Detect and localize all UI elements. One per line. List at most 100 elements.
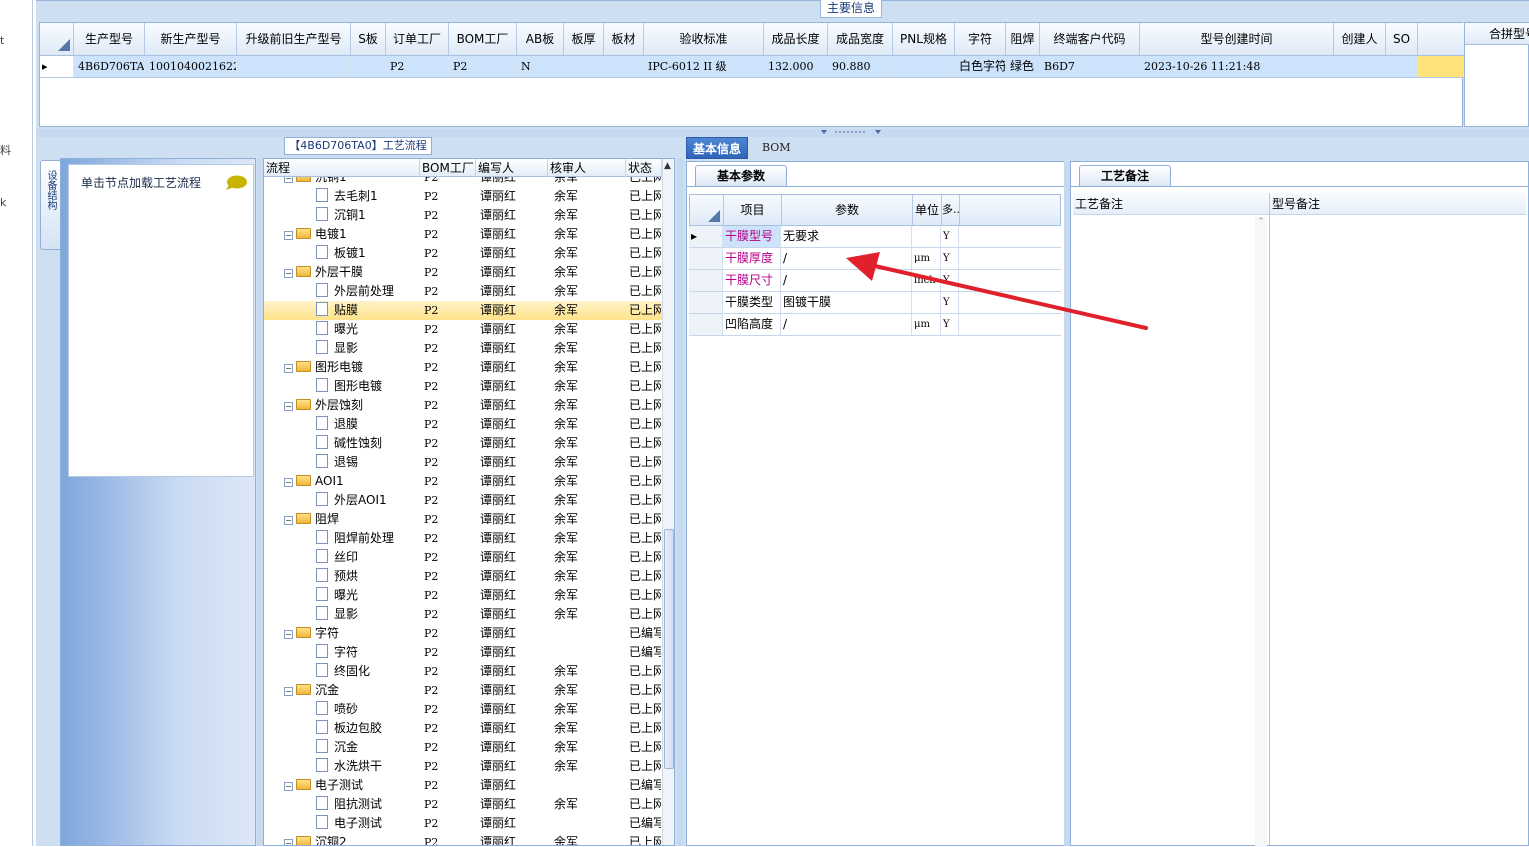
cell[interactable]: 10010400216227: [145, 56, 237, 77]
tab-bom[interactable]: BOM: [756, 137, 797, 159]
col-header[interactable]: 创建人: [1334, 23, 1386, 55]
tree-row[interactable]: − 外层蚀刻 P2 谭丽红 余军 已上网: [264, 396, 662, 415]
param-flag[interactable]: Y: [941, 314, 959, 335]
param-unit[interactable]: [912, 226, 941, 247]
param-item[interactable]: 凹陷高度: [723, 314, 781, 335]
tree-node-name[interactable]: − AOI1: [284, 472, 344, 491]
param-value[interactable]: /: [781, 314, 912, 335]
tree-row[interactable]: − 图形电镀 P2 谭丽红 余军 已上网: [264, 358, 662, 377]
col-header[interactable]: 板厚: [564, 23, 604, 55]
tree-row[interactable]: 水洗烘干 P2 谭丽红 余军 已上网: [264, 757, 662, 776]
collapse-icon[interactable]: −: [284, 478, 293, 487]
param-row[interactable]: 干膜尺寸 / inch Y: [689, 270, 1061, 292]
cell[interactable]: [604, 56, 644, 77]
tree-node-name[interactable]: 显影: [316, 605, 358, 624]
tree-node-name[interactable]: 字符: [316, 643, 358, 662]
tree-node-name[interactable]: 退锡: [316, 453, 358, 472]
tree-row[interactable]: 外层前处理 P2 谭丽红 余军 已上网: [264, 282, 662, 301]
collapse-icon[interactable]: −: [284, 269, 293, 278]
tree-scrollbar[interactable]: ▲: [662, 159, 674, 845]
col-header[interactable]: 验收标准: [644, 23, 764, 55]
merged-model-header[interactable]: 合拼型号: [1465, 23, 1529, 45]
tree-node-name[interactable]: 沉金: [316, 738, 358, 757]
tree-node-name[interactable]: − 沉金: [284, 681, 339, 700]
tree-col-header[interactable]: BOM工厂: [420, 159, 476, 177]
tree-row[interactable]: 碱性蚀刻 P2 谭丽红 余军 已上网: [264, 434, 662, 453]
cell[interactable]: 绿色: [1006, 56, 1040, 77]
cell[interactable]: [1386, 56, 1418, 77]
param-row[interactable]: 干膜类型 图镀干膜 Y: [689, 292, 1061, 314]
tree-row[interactable]: 板镀1 P2 谭丽红 余军 已上网: [264, 244, 662, 263]
param-col-header[interactable]: 单位: [913, 195, 942, 225]
tree-row[interactable]: − 沉金 P2 谭丽红 余军 已上网: [264, 681, 662, 700]
tree-node-name[interactable]: 终固化: [316, 662, 370, 681]
cell[interactable]: [1334, 56, 1386, 77]
tree-node-name[interactable]: − 沉铜1: [284, 177, 347, 187]
param-value[interactable]: /: [781, 270, 912, 291]
row-selector[interactable]: ▸: [689, 226, 723, 247]
param-flag[interactable]: Y: [941, 226, 959, 247]
col-header[interactable]: 升级前旧生产型号: [237, 23, 351, 55]
collapse-icon[interactable]: −: [284, 839, 293, 845]
row-selector[interactable]: [689, 270, 723, 291]
process-notes-tab[interactable]: 工艺备注: [1079, 165, 1171, 187]
scroll-thumb[interactable]: [664, 529, 674, 769]
tree-row[interactable]: − 字符 P2 谭丽红 已编写: [264, 624, 662, 643]
tree-node-name[interactable]: 曝光: [316, 586, 358, 605]
process-notes-header[interactable]: 工艺备注: [1073, 193, 1269, 215]
cell[interactable]: P2: [449, 56, 517, 77]
param-row[interactable]: 干膜厚度 / μm Y: [689, 248, 1061, 270]
col-header[interactable]: S板: [351, 23, 386, 55]
tree-row[interactable]: 阻抗测试 P2 谭丽红 余军 已上网: [264, 795, 662, 814]
basic-params-tab[interactable]: 基本参数: [695, 165, 787, 187]
tree-row[interactable]: 丝印 P2 谭丽红 余军 已上网: [264, 548, 662, 567]
tree-row[interactable]: 沉铜1 P2 谭丽红 余军 已上网: [264, 206, 662, 225]
tree-node-name[interactable]: − 阻焊: [284, 510, 339, 529]
cell[interactable]: [893, 56, 955, 77]
cell[interactable]: P2: [386, 56, 449, 77]
cell[interactable]: [564, 56, 604, 77]
param-flag[interactable]: Y: [941, 292, 959, 313]
col-header[interactable]: 终端客户代码: [1040, 23, 1140, 55]
tree-row[interactable]: − 阻焊 P2 谭丽红 余军 已上网: [264, 510, 662, 529]
tree-row[interactable]: 退锡 P2 谭丽红 余军 已上网: [264, 453, 662, 472]
col-header[interactable]: 型号创建时间: [1140, 23, 1334, 55]
cell[interactable]: 132.000: [764, 56, 828, 77]
col-header[interactable]: 订单工厂: [386, 23, 449, 55]
col-header[interactable]: 字符: [955, 23, 1006, 55]
tree-row[interactable]: 外层AOI1 P2 谭丽红 余军 已上网: [264, 491, 662, 510]
param-item[interactable]: 干膜类型: [723, 292, 781, 313]
tree-row[interactable]: 终固化 P2 谭丽红 余军 已上网: [264, 662, 662, 681]
collapse-icon[interactable]: −: [284, 687, 293, 696]
param-row[interactable]: ▸ 干膜型号 无要求 Y: [689, 226, 1061, 248]
tree-col-header[interactable]: 编写人: [476, 159, 548, 177]
grid-corner[interactable]: [40, 23, 74, 55]
param-value[interactable]: 无要求: [781, 226, 912, 247]
tree-node-name[interactable]: 贴膜: [316, 301, 358, 320]
col-header[interactable]: 成品宽度: [828, 23, 893, 55]
tree-node-name[interactable]: 水洗烘干: [316, 757, 382, 776]
tree-row[interactable]: 阻焊前处理 P2 谭丽红 余军 已上网: [264, 529, 662, 548]
tree-row[interactable]: 曝光 P2 谭丽红 余军 已上网: [264, 320, 662, 339]
col-header[interactable]: 新生产型号: [145, 23, 237, 55]
col-header[interactable]: 板材: [604, 23, 644, 55]
tree-row[interactable]: 板边包胶 P2 谭丽红 余军 已上网: [264, 719, 662, 738]
tree-row[interactable]: − 电子测试 P2 谭丽红 已编写: [264, 776, 662, 795]
tree-node-name[interactable]: 板边包胶: [316, 719, 382, 738]
tree-row[interactable]: 显影 P2 谭丽红 余军 已上网: [264, 339, 662, 358]
tree-row[interactable]: 去毛刺1 P2 谭丽红 余军 已上网: [264, 187, 662, 206]
param-value[interactable]: 图镀干膜: [781, 292, 912, 313]
tree-node-name[interactable]: 阻焊前处理: [316, 529, 394, 548]
tree-node-name[interactable]: − 外层蚀刻: [284, 396, 363, 415]
tree-row[interactable]: − 外层干膜 P2 谭丽红 余军 已上网: [264, 263, 662, 282]
cell[interactable]: N: [517, 56, 564, 77]
tree-node-name[interactable]: 去毛刺1: [316, 187, 378, 206]
tree-row[interactable]: − AOI1 P2 谭丽红 余军 已上网: [264, 472, 662, 491]
param-item[interactable]: 干膜尺寸: [723, 270, 781, 291]
tree-row[interactable]: − 沉铜2 P2 谭丽红 余军 已上网: [264, 833, 662, 845]
tree-node-name[interactable]: 沉铜1: [316, 206, 366, 225]
tree-node-name[interactable]: 图形电镀: [316, 377, 382, 396]
collapse-icon[interactable]: −: [284, 782, 293, 791]
tab-basic-info[interactable]: 基本信息: [686, 137, 749, 159]
cell[interactable]: 2023-10-26 11:21:48: [1140, 56, 1334, 77]
